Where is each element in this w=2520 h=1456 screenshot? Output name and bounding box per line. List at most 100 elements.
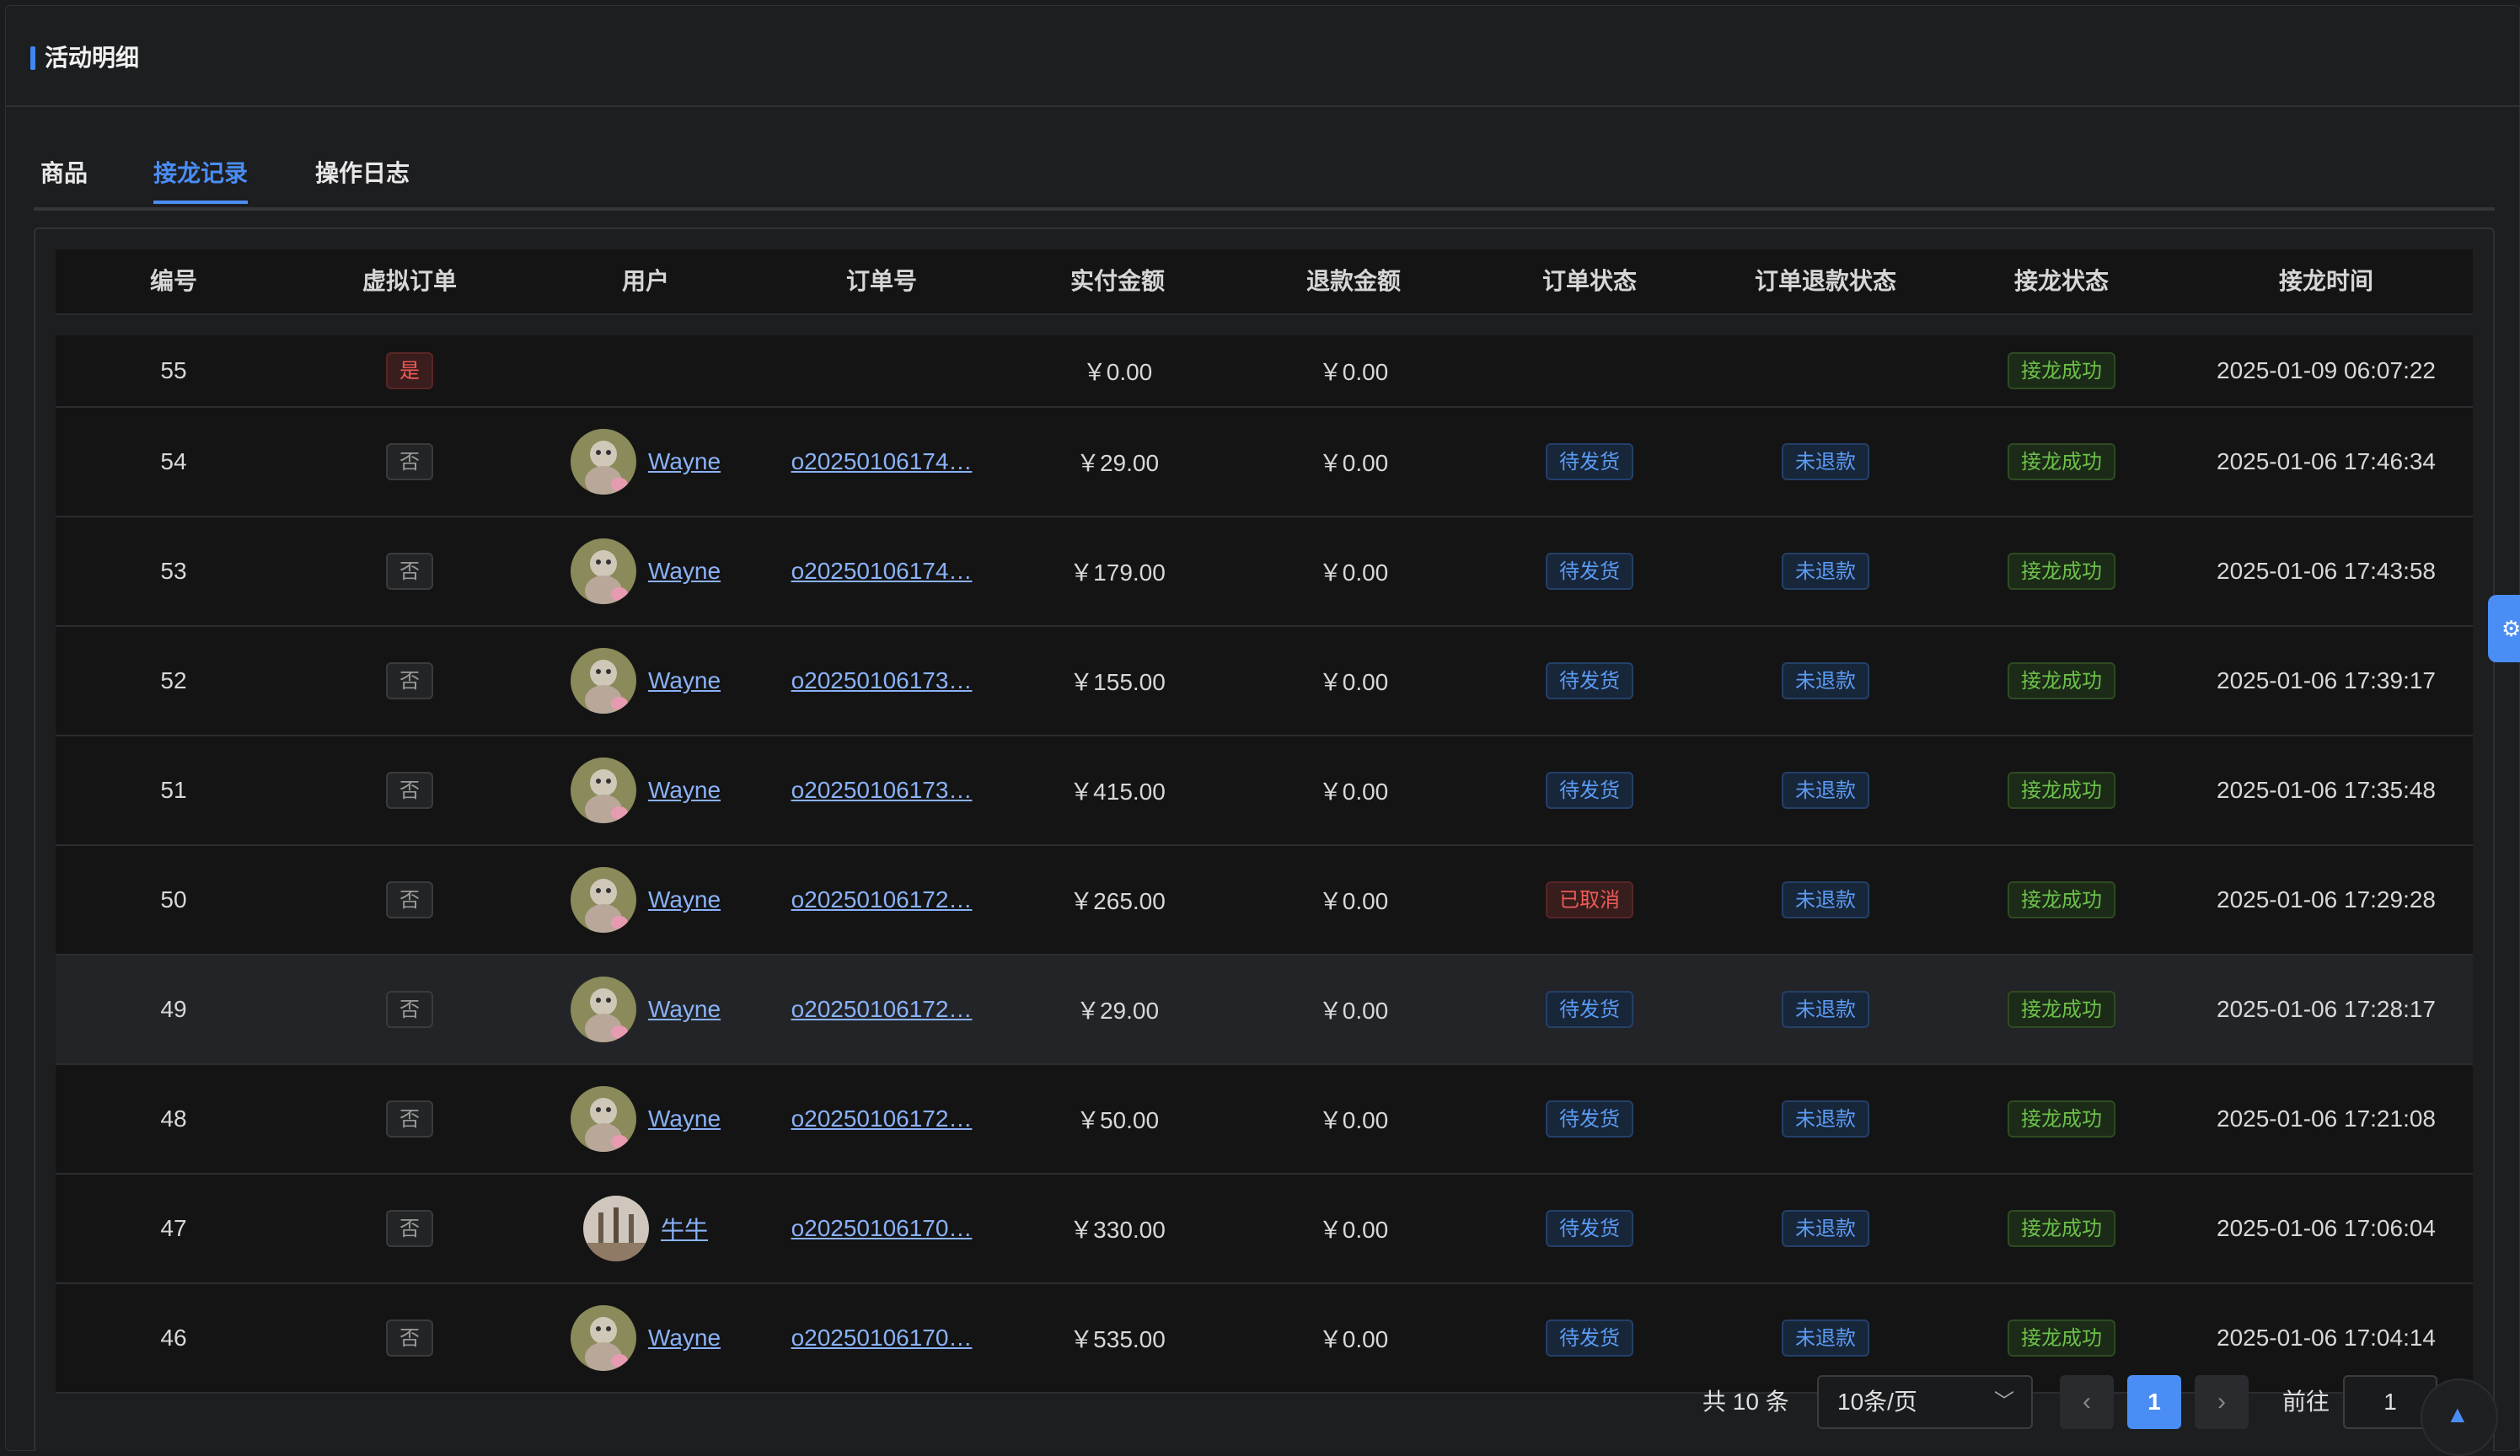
goto-label: 前往 — [2282, 1389, 2330, 1415]
order-number-link[interactable]: o20250106170… — [791, 1215, 973, 1242]
user-name-link[interactable]: Wayne — [648, 667, 721, 694]
user-info: Wayne — [570, 648, 721, 714]
user-name-link[interactable]: Wayne — [648, 448, 721, 475]
tab-operation-log[interactable]: 操作日志 — [315, 148, 410, 199]
cell-col-order-status — [1472, 335, 1708, 406]
back-to-top-button[interactable]: ▲ — [2421, 1378, 2498, 1456]
refund-status-tag: 未退款 — [1782, 772, 1869, 809]
order-number-link[interactable]: o20250106173… — [791, 777, 973, 804]
user-info: Wayne — [570, 1305, 721, 1371]
cell-col-refund-status: 未退款 — [1708, 846, 1944, 954]
tab-solitaire-records[interactable]: 接龙记录 — [153, 148, 248, 199]
header-col-refund: 退款金额 — [1306, 268, 1401, 294]
header-col-order-status: 订单状态 — [1541, 268, 1637, 294]
refund-status-tag: 未退款 — [1782, 553, 1869, 590]
cell-col-order-status: 待发货 — [1472, 1284, 1708, 1392]
user-name-link[interactable]: Wayne — [648, 886, 721, 913]
cell-col-user: Wayne — [528, 956, 764, 1063]
next-page-button[interactable]: › — [2195, 1375, 2249, 1429]
header-col-user: 用户 — [621, 268, 669, 294]
cell-col-refund: ￥0.00 — [1318, 998, 1389, 1024]
solitaire-status-tag: 接龙成功 — [2008, 1210, 2115, 1247]
solitaire-status-tag: 接龙成功 — [2008, 881, 2115, 918]
order-number-link[interactable]: o20250106172… — [791, 1105, 973, 1132]
user-name-link[interactable]: Wayne — [648, 1325, 721, 1352]
order-number-link[interactable]: o20250106170… — [791, 1325, 973, 1352]
table-row: 55 是 ￥0.00 ￥0.00 接龙成功 2025-01-09 06:07:22 — [56, 335, 2473, 408]
user-name-link[interactable]: Wayne — [648, 558, 721, 585]
user-name-link[interactable]: 牛牛 — [661, 1212, 708, 1245]
cell-col-user: Wayne — [528, 1284, 764, 1392]
cell-col-refund: ￥0.00 — [1318, 1326, 1389, 1352]
virtual-order-tag: 否 — [386, 1320, 433, 1357]
user-name-link[interactable]: Wayne — [648, 996, 721, 1023]
cell-col-solitaire-status: 接龙成功 — [1944, 517, 2180, 625]
refund-status-tag: 未退款 — [1782, 1210, 1869, 1247]
gear-icon: ⚙ — [2501, 616, 2520, 641]
cell-col-paid: ￥265.00 — [1070, 888, 1166, 914]
cell-col-id: 48 — [160, 1105, 187, 1132]
solitaire-status-tag: 接龙成功 — [2008, 1320, 2115, 1357]
header-col-virtual: 虚拟订单 — [362, 268, 457, 294]
user-info: Wayne — [570, 1086, 721, 1152]
refund-status-tag: 未退款 — [1782, 991, 1869, 1028]
cell-col-virtual: 是 — [292, 335, 528, 406]
order-number-link[interactable]: o20250106174… — [791, 448, 973, 475]
cell-col-order: o20250106174… — [764, 408, 1000, 516]
cell-col-order: o20250106172… — [764, 1065, 1000, 1173]
chevron-down-icon: ﹀ — [1994, 1390, 2014, 1413]
cell-col-virtual: 否 — [292, 736, 528, 844]
cell-col-order: o20250106170… — [764, 1284, 1000, 1392]
tab-bar: 商品 接龙记录 操作日志 — [34, 148, 2495, 211]
user-name-link[interactable]: Wayne — [648, 777, 721, 804]
cell-col-refund-status — [1708, 335, 1944, 406]
prev-page-button[interactable]: ‹ — [2060, 1375, 2114, 1429]
order-number-link[interactable]: o20250106174… — [791, 558, 973, 585]
user-info: Wayne — [570, 538, 721, 604]
avatar — [570, 648, 636, 714]
active-tab-indicator — [153, 201, 248, 204]
avatar — [570, 1086, 636, 1152]
page-number-button[interactable]: 1 — [2127, 1375, 2181, 1429]
page-size-select[interactable]: 10条/页 ﹀ — [1817, 1375, 2033, 1429]
cell-col-id: 55 — [160, 357, 187, 383]
total-count: 共 10 条 — [1702, 1389, 1789, 1415]
cell-col-refund: ￥0.00 — [1318, 1217, 1389, 1243]
order-status-tag: 待发货 — [1546, 553, 1633, 590]
cell-col-user — [528, 335, 764, 406]
user-info: Wayne — [570, 757, 721, 823]
table-row: 50 否 Wayne o20250106172… ￥265.00 ￥0.00 已取消 未退款 接… — [56, 846, 2473, 956]
cell-col-refund: ￥0.00 — [1318, 779, 1389, 805]
refund-status-tag: 未退款 — [1782, 443, 1869, 480]
cell-col-id: 51 — [160, 777, 187, 803]
solitaire-status-tag: 接龙成功 — [2008, 352, 2115, 389]
settings-side-tab[interactable]: ⚙ — [2488, 595, 2520, 662]
cell-col-refund-status: 未退款 — [1708, 736, 1944, 844]
virtual-order-tag: 否 — [386, 1210, 433, 1247]
avatar — [570, 538, 636, 604]
solitaire-status-tag: 接龙成功 — [2008, 1100, 2115, 1138]
cell-col-order-status: 待发货 — [1472, 1175, 1708, 1282]
cell-col-refund: ￥0.00 — [1318, 1107, 1389, 1133]
cell-col-time: 2025-01-06 17:43:58 — [2217, 558, 2436, 584]
order-number-link[interactable]: o20250106172… — [791, 996, 973, 1023]
solitaire-status-tag: 接龙成功 — [2008, 443, 2115, 480]
solitaire-status-tag: 接龙成功 — [2008, 772, 2115, 809]
cell-col-user: 牛牛 — [528, 1175, 764, 1282]
refund-status-tag: 未退款 — [1782, 1100, 1869, 1138]
user-name-link[interactable]: Wayne — [648, 1105, 721, 1132]
avatar — [582, 1196, 649, 1261]
cell-col-user: Wayne — [528, 736, 764, 844]
virtual-order-tag: 否 — [386, 662, 433, 699]
order-number-link[interactable]: o20250106173… — [791, 667, 973, 694]
cell-col-id: 49 — [160, 996, 187, 1022]
cell-col-refund: ￥0.00 — [1318, 669, 1389, 695]
cell-col-paid: ￥330.00 — [1070, 1217, 1166, 1243]
cell-col-id: 52 — [160, 667, 187, 693]
tab-products[interactable]: 商品 — [40, 148, 88, 199]
cell-col-user: Wayne — [528, 846, 764, 954]
user-info: 牛牛 — [582, 1196, 708, 1261]
order-number-link[interactable]: o20250106172… — [791, 886, 973, 913]
table-row: 47 否 牛牛 o20250106170… ￥330.00 ￥0.00 待发货 未退款 接龙成功… — [56, 1175, 2473, 1284]
order-status-tag: 待发货 — [1546, 1210, 1633, 1247]
